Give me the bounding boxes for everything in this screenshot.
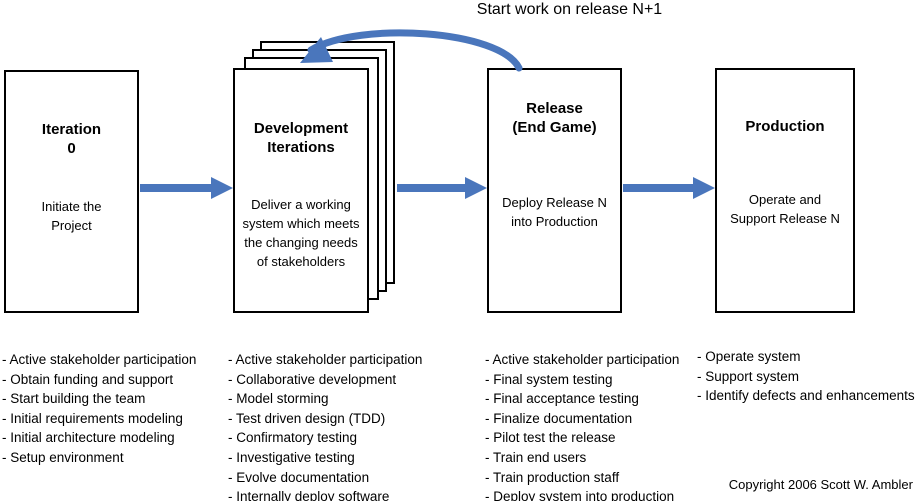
phase-description-iteration-0: Initiate the Project bbox=[41, 199, 102, 233]
list-item: - Operate system bbox=[697, 349, 801, 364]
activity-list-development-iterations: - Active stakeholder participation - Col… bbox=[228, 350, 422, 501]
phase-description-development-iterations: Deliver a working system which meets the… bbox=[242, 197, 360, 269]
list-item: - Identify defects and enhancements bbox=[697, 388, 915, 404]
phase-inner-production: Production Operate and Support Release N bbox=[717, 70, 853, 311]
activity-list-production: - Operate system - Support system - Iden… bbox=[697, 347, 915, 406]
list-item: - Deploy system into production bbox=[485, 489, 675, 501]
list-item: - Initial architecture modeling bbox=[2, 430, 175, 446]
arrow-iteration0-to-development bbox=[140, 177, 233, 199]
activity-list-release-end-game: - Active stakeholder participation - Fin… bbox=[485, 350, 679, 501]
phase-box-iteration-0[interactable]: Iteration 0 Initiate the Project bbox=[4, 70, 139, 313]
list-item: - Setup environment bbox=[2, 449, 124, 465]
phase-description-release-end-game: Deploy Release N into Production bbox=[502, 195, 607, 229]
phase-box-production[interactable]: Production Operate and Support Release N bbox=[715, 68, 855, 313]
copyright-notice: Copyright 2006 Scott W. Ambler bbox=[728, 477, 913, 492]
phase-inner-development-iterations: Development Iterations Deliver a working… bbox=[235, 70, 367, 311]
list-item: - Internally deploy software bbox=[228, 489, 390, 501]
list-item: - Start building the team bbox=[2, 391, 146, 407]
list-item: - Model storming bbox=[228, 391, 329, 407]
list-item: - Support system bbox=[697, 368, 800, 384]
phase-description-production: Operate and Support Release N bbox=[730, 192, 840, 226]
phase-inner-iteration-0: Iteration 0 Initiate the Project bbox=[6, 72, 137, 311]
list-item: - Final acceptance testing bbox=[485, 391, 639, 407]
arrow-release-to-production bbox=[623, 177, 715, 199]
list-item: - Initial requirements modeling bbox=[2, 410, 183, 426]
list-item: - Active stakeholder participation bbox=[2, 352, 197, 367]
diagram-caption: Start work on release N+1 bbox=[0, 0, 919, 20]
list-item: - Pilot test the release bbox=[485, 430, 616, 446]
list-item: - Investigative testing bbox=[228, 449, 355, 465]
diagram-caption-text: Start work on release N+1 bbox=[476, 1, 663, 18]
agile-lifecycle-diagram: Start work on release N+1 Iteration 0 In… bbox=[0, 0, 919, 501]
list-item: - Obtain funding and support bbox=[2, 371, 174, 387]
phase-box-development-iterations[interactable]: Development Iterations Deliver a working… bbox=[233, 68, 369, 313]
list-item: - Active stakeholder participation bbox=[228, 352, 423, 367]
phase-inner-release-end-game: Release (End Game) Deploy Release N into… bbox=[489, 70, 620, 311]
activity-list-iteration-0: - Active stakeholder participation - Obt… bbox=[2, 350, 196, 468]
phase-title-production: Production bbox=[745, 118, 825, 135]
phase-title-iteration-0: Iteration 0 bbox=[41, 121, 102, 157]
phase-box-release-end-game[interactable]: Release (End Game) Deploy Release N into… bbox=[487, 68, 622, 313]
phase-title-development-iterations: Development Iterations bbox=[253, 120, 349, 156]
list-item: - Finalize documentation bbox=[485, 410, 633, 426]
list-item: - Final system testing bbox=[485, 371, 613, 387]
list-item: - Train production staff bbox=[485, 469, 620, 485]
list-item: - Collaborative development bbox=[228, 371, 397, 387]
arrow-development-to-release bbox=[397, 177, 487, 199]
list-item: - Train end users bbox=[485, 449, 587, 465]
phase-title-release-end-game: Release (End Game) bbox=[512, 100, 597, 136]
list-item: - Confirmatory testing bbox=[228, 430, 358, 446]
list-item: - Active stakeholder participation bbox=[485, 352, 680, 367]
list-item: - Test driven design (TDD) bbox=[228, 410, 386, 426]
list-item: - Evolve documentation bbox=[228, 469, 370, 485]
